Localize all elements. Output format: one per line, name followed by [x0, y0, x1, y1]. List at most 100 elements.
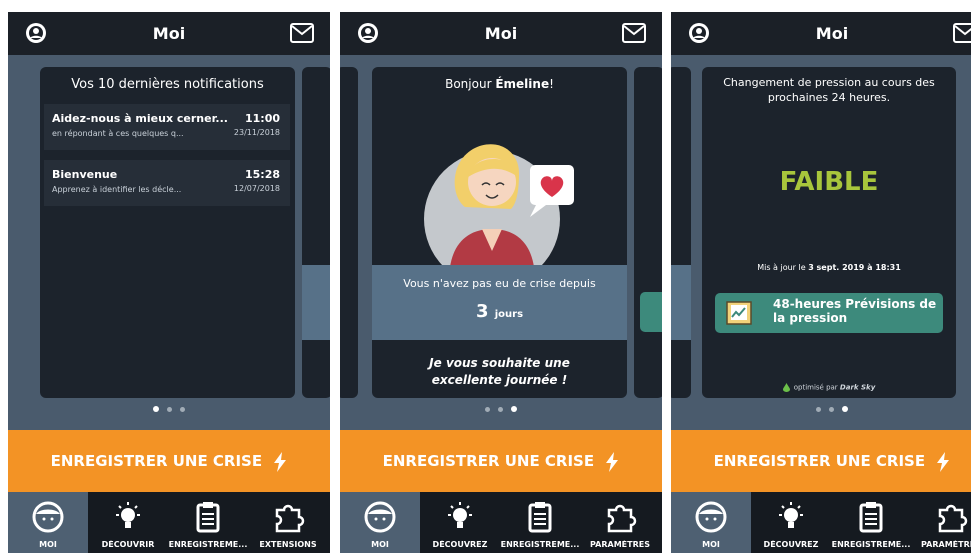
tab-moi[interactable]: MOI — [340, 492, 420, 553]
notifications-title: Vos 10 dernières notifications — [71, 77, 264, 92]
record-crisis-button[interactable]: ENREGISTRER UNE CRISE — [8, 430, 330, 492]
tab-decouvrir[interactable]: DÉCOUVRIR — [88, 492, 168, 553]
forecast-button[interactable]: 48-heures Prévisions de la pression — [715, 293, 943, 333]
notification-time: 15:28 — [244, 168, 280, 181]
record-crisis-button[interactable]: ENREGISTRER UNE CRISE — [671, 430, 971, 492]
tab-decouvrez[interactable]: DÉCOUVREZ — [751, 492, 831, 553]
page-title: Moi — [484, 24, 518, 43]
bolt-icon — [274, 451, 287, 472]
record-crisis-label: ENREGISTRER UNE CRISE — [50, 452, 263, 470]
prev-card-peek[interactable] — [340, 67, 358, 398]
pager-dots — [340, 406, 662, 412]
no-crisis-text: Vous n'avez pas eu de crise depuis — [403, 277, 596, 290]
screen-pressure: Moi Changement de pression au cours des … — [671, 12, 971, 553]
pressure-card: Changement de pression au cours des proc… — [702, 67, 956, 398]
days-counter: 3 jours — [475, 301, 524, 322]
mail-icon[interactable] — [622, 23, 646, 43]
powered-by: optimisé par Dark Sky — [702, 383, 956, 392]
face-icon — [364, 501, 396, 533]
forecast-label: 48-heures Prévisions de la pression — [773, 297, 937, 325]
notifications-card: Vos 10 dernières notifications Aidez-nou… — [40, 67, 295, 398]
tab-label: MOI — [702, 540, 720, 549]
bulb-icon — [448, 502, 472, 528]
bottom-tab-bar: MOI DÉCOUVRIR ENREGISTREME... EXTENSIONS — [8, 492, 330, 553]
tab-moi[interactable]: MOI — [671, 492, 751, 553]
next-card-peek[interactable] — [634, 67, 662, 398]
notification-date: 23/11/2018 — [233, 128, 280, 137]
puzzle-icon — [938, 504, 968, 533]
tab-enregistrements[interactable]: ENREGISTREME... — [500, 492, 580, 553]
pager-dot[interactable] — [498, 407, 503, 412]
top-bar: Moi — [8, 12, 330, 55]
notification-time: 11:00 — [244, 112, 280, 125]
top-bar: Moi — [340, 12, 662, 55]
next-card-peek[interactable] — [302, 67, 330, 398]
puzzle-icon — [607, 504, 637, 533]
record-crisis-label: ENREGISTRER UNE CRISE — [382, 452, 595, 470]
tab-label: DÉCOUVRIR — [101, 540, 155, 549]
tab-enregistrements[interactable]: ENREGISTREME... — [168, 492, 248, 553]
screen-notifications: Moi Vos 10 dernières notifications Aidez… — [8, 12, 330, 553]
wish-message: Je vous souhaite une excellente journée ! — [429, 356, 570, 387]
pager-dot[interactable] — [485, 407, 490, 412]
tab-label: MOI — [39, 540, 57, 549]
greeting-text: Bonjour Émeline! — [445, 77, 554, 91]
bolt-icon — [606, 451, 619, 472]
bulb-icon — [779, 502, 803, 528]
record-crisis-button[interactable]: ENREGISTRER UNE CRISE — [340, 430, 662, 492]
tab-parametres[interactable]: PARAMÈTRES — [911, 492, 971, 553]
face-icon — [32, 501, 64, 533]
tab-label: ENREGISTREME... — [168, 540, 248, 549]
pager-dot[interactable] — [180, 407, 185, 412]
screen-greeting: Moi Bonjour Émeline! Vous n'avez pas eu … — [340, 12, 662, 553]
clipboard-icon — [528, 502, 552, 533]
pager-dot[interactable] — [511, 406, 517, 412]
mail-icon[interactable] — [290, 23, 314, 43]
tab-label: EXTENSIONS — [259, 540, 317, 549]
page-title: Moi — [815, 24, 849, 43]
notification-item[interactable]: Bienvenue Apprenez à identifier les décl… — [44, 160, 290, 206]
pager-dots — [671, 406, 971, 412]
avatar-illustration — [424, 144, 574, 267]
clipboard-icon — [859, 502, 883, 533]
bottom-tab-bar: MOI DÉCOUVREZ ENREGISTREME... PARAMÈTRES — [671, 492, 971, 553]
tab-label: MOI — [371, 540, 389, 549]
bolt-icon — [937, 451, 950, 472]
pager-dot[interactable] — [153, 406, 159, 412]
clipboard-icon — [196, 502, 220, 533]
pager-dot[interactable] — [842, 406, 848, 412]
no-crisis-band: Vous n'avez pas eu de crise depuis 3 jou… — [372, 265, 627, 340]
record-crisis-label: ENREGISTRER UNE CRISE — [713, 452, 926, 470]
pressure-level: FAIBLE — [779, 167, 879, 197]
chart-book-icon — [726, 301, 752, 325]
tab-label: ENREGISTREME... — [831, 540, 911, 549]
notification-subtitle: en répondant à ces quelques q... — [52, 129, 184, 138]
pager-dot[interactable] — [829, 407, 834, 412]
notification-title: Aidez-nous à mieux cerner... — [52, 112, 228, 125]
notification-date: 12/07/2018 — [233, 184, 280, 193]
notification-item[interactable]: Aidez-nous à mieux cerner... en répondan… — [44, 104, 290, 150]
mail-icon[interactable] — [953, 23, 971, 43]
bulb-icon — [116, 502, 140, 528]
tab-label: ENREGISTREME... — [500, 540, 580, 549]
tab-moi[interactable]: MOI — [8, 492, 88, 553]
tab-extensions[interactable]: EXTENSIONS — [248, 492, 328, 553]
puzzle-icon — [275, 504, 305, 533]
pager-dot[interactable] — [167, 407, 172, 412]
tab-parametres[interactable]: PARAMÈTRES — [580, 492, 660, 553]
tab-label: PARAMÈTRES — [590, 540, 650, 549]
tab-enregistrements[interactable]: ENREGISTREME... — [831, 492, 911, 553]
tab-decouvrez[interactable]: DÉCOUVREZ — [420, 492, 500, 553]
dark-sky-icon — [782, 383, 790, 392]
pressure-text: Changement de pression au cours des proc… — [723, 76, 935, 104]
greeting-card: Bonjour Émeline! Vous n'avez pas eu de c… — [372, 67, 627, 398]
tab-label: DÉCOUVREZ — [763, 540, 819, 549]
tab-label: DÉCOUVREZ — [432, 540, 488, 549]
notification-subtitle: Apprenez à identifier les décle... — [52, 185, 182, 194]
tab-label: PARAMÈTRES — [921, 540, 971, 549]
pager-dot[interactable] — [816, 407, 821, 412]
user-name: Émeline — [495, 77, 550, 91]
prev-card-peek[interactable] — [671, 67, 691, 398]
face-icon — [695, 501, 727, 533]
notification-title: Bienvenue — [52, 168, 118, 181]
